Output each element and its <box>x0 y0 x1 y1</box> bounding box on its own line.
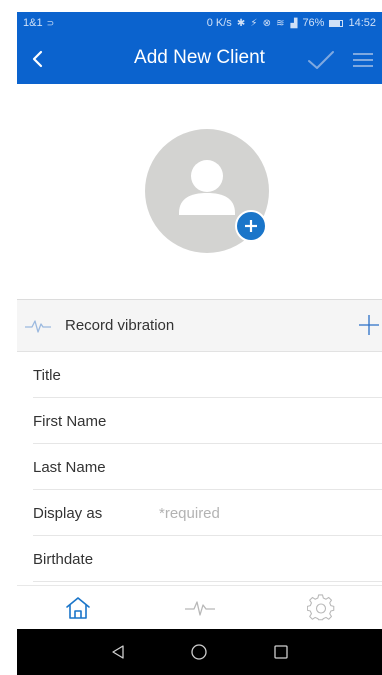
title-field-row: Title <box>33 352 382 398</box>
status-bar: 1&1 ⊃ 0 K/s ✱ ⚡ ⊗ ≋ ▟ 76% 14:52 <box>17 12 382 34</box>
plus-icon <box>359 315 379 335</box>
battery-icon <box>329 19 344 27</box>
add-recording-button[interactable] <box>357 313 381 337</box>
birthdate-label: Birthdate <box>33 551 94 568</box>
plus-circle-icon <box>245 220 257 232</box>
carrier-label: 1&1 <box>23 17 43 29</box>
hamburger-menu-icon <box>353 53 373 67</box>
display-as-label: Display as <box>33 505 103 522</box>
clock: 14:52 <box>348 17 376 29</box>
system-navigation-bar <box>17 629 382 675</box>
avatar-section <box>17 84 382 300</box>
battery-percent: 76% <box>302 17 325 29</box>
waveform-icon <box>25 320 51 333</box>
title-field[interactable] <box>159 360 379 390</box>
triangle-back-icon <box>112 645 124 659</box>
network-speed: 0 K/s <box>206 17 232 29</box>
birthdate-field-row: Birthdate <box>33 536 382 582</box>
last-name-field[interactable] <box>159 452 379 482</box>
record-vibration-label: Record vibration <box>65 317 175 334</box>
square-recents-icon <box>274 645 288 659</box>
settings-gear-icon <box>307 593 335 620</box>
add-photo-button[interactable] <box>235 210 267 242</box>
tab-home[interactable] <box>17 586 139 629</box>
cell-signal-icon: ▟ <box>290 17 298 28</box>
first-name-field[interactable] <box>159 406 379 436</box>
save-button[interactable] <box>303 44 339 76</box>
system-back-button[interactable] <box>98 632 138 672</box>
app-bar: Add New Client <box>17 34 382 84</box>
circle-home-icon <box>191 644 208 660</box>
tab-vibration[interactable] <box>139 586 261 629</box>
home-icon <box>66 596 90 619</box>
menu-button[interactable] <box>347 44 379 76</box>
display-as-field[interactable] <box>159 498 379 528</box>
title-label: Title <box>33 367 61 384</box>
system-home-button[interactable] <box>179 632 219 672</box>
birthdate-field[interactable] <box>159 544 379 574</box>
waveform-icon <box>184 600 215 616</box>
last-name-field-row: Last Name <box>33 444 382 490</box>
battery-fill <box>330 20 340 26</box>
record-vibration-row[interactable]: Record vibration <box>17 300 382 352</box>
checkmark-icon <box>308 51 334 69</box>
bottom-tab-bar <box>17 585 382 629</box>
client-form: Title First Name Last Name Display as Bi… <box>17 352 382 582</box>
app-frame: 1&1 ⊃ 0 K/s ✱ ⚡ ⊗ ≋ ▟ 76% 14:52 Add New … <box>17 12 382 675</box>
signal-icons: ✱ ⚡ ⊗ ≋ <box>236 17 286 29</box>
cast-icon: ⊃ <box>46 17 55 28</box>
first-name-label: First Name <box>33 413 107 430</box>
tab-settings[interactable] <box>260 586 382 629</box>
first-name-field-row: First Name <box>33 398 382 444</box>
last-name-label: Last Name <box>33 459 106 476</box>
status-left: 1&1 ⊃ <box>23 17 54 29</box>
system-recents-button[interactable] <box>261 632 301 672</box>
display-as-field-row: Display as <box>33 490 382 536</box>
status-right: 0 K/s ✱ ⚡ ⊗ ≋ ▟ 76% 14:52 <box>207 17 376 29</box>
